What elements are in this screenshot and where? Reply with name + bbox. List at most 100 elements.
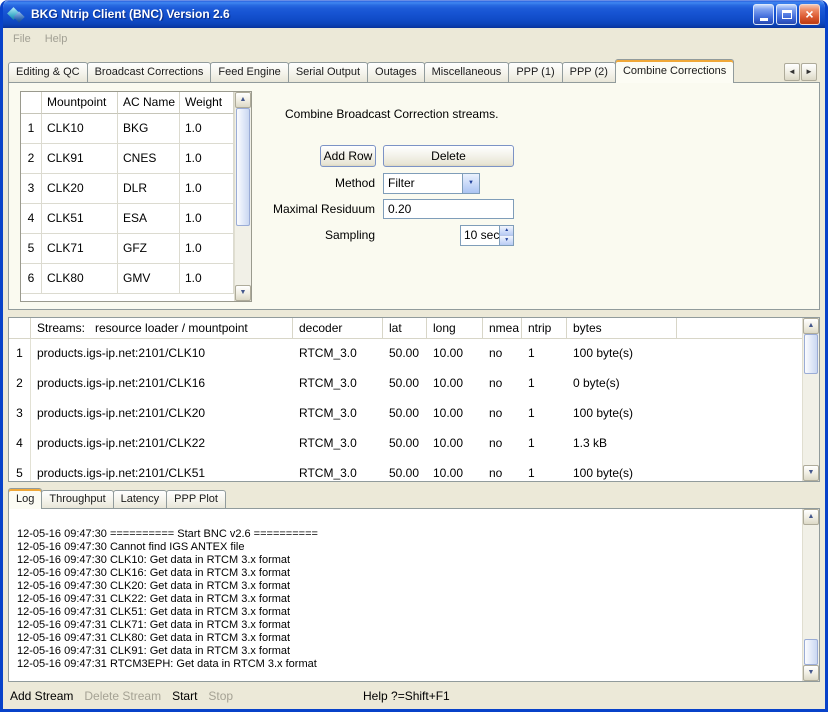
tab[interactable]: Feed Engine (210, 62, 288, 82)
cell-resource: products.igs-ip.net:2101/CLK20 (31, 399, 293, 429)
cell-nmea: no (483, 429, 522, 459)
cell-mountpoint[interactable]: CLK71 (42, 234, 118, 264)
title-bar[interactable]: BKG Ntrip Client (BNC) Version 2.6 × (3, 0, 825, 28)
log-line: 12-05-16 09:47:31 CLK80: Get data in RTC… (17, 632, 819, 645)
tab[interactable]: Outages (367, 62, 425, 82)
cell-ac-name[interactable]: ESA (118, 204, 180, 234)
status-action[interactable]: Add Stream (10, 689, 73, 703)
menu-item[interactable]: File (6, 31, 38, 47)
minimize-button[interactable] (753, 4, 774, 25)
tab[interactable]: Serial Output (288, 62, 368, 82)
tab-scroll-buttons: ◄ ► (784, 63, 817, 708)
spin-up-icon[interactable]: ▲ (500, 226, 513, 235)
combo-arrow-icon[interactable]: ▼ (462, 174, 479, 193)
cell-resource: products.igs-ip.net:2101/CLK10 (31, 339, 293, 369)
cell-ac-name[interactable]: GFZ (118, 234, 180, 264)
stream-row[interactable]: 4 products.igs-ip.net:2101/CLK22 RTCM_3.… (9, 429, 802, 459)
cell-lat: 50.00 (383, 339, 427, 369)
tab-scroll-left-icon[interactable]: ◄ (784, 63, 800, 81)
status-bar: Add StreamDelete StreamStartStop Help ?=… (8, 682, 820, 709)
method-select[interactable]: Filter ▼ (383, 173, 480, 194)
tab[interactable]: Editing & QC (8, 62, 88, 82)
cell-nmea: no (483, 399, 522, 429)
cell-weight[interactable]: 1.0 (180, 264, 234, 294)
cell-decoder: RTCM_3.0 (293, 369, 383, 399)
tab[interactable]: Broadcast Corrections (87, 62, 212, 82)
row-number: 4 (21, 204, 42, 234)
row-number: 5 (21, 234, 42, 264)
corner-header-cell (9, 318, 31, 339)
window-title: BKG Ntrip Client (BNC) Version 2.6 (31, 7, 753, 21)
cell-mountpoint[interactable]: CLK51 (42, 204, 118, 234)
window-controls: × (753, 4, 820, 25)
cell-lat: 50.00 (383, 429, 427, 459)
stream-row[interactable]: 1 products.igs-ip.net:2101/CLK10 RTCM_3.… (9, 339, 802, 369)
cell-decoder: RTCM_3.0 (293, 459, 383, 482)
tab[interactable]: PPP (2) (562, 62, 616, 82)
sampling-spinner[interactable]: 10 sec ▲ ▼ (460, 225, 514, 246)
cell-decoder: RTCM_3.0 (293, 339, 383, 369)
col-nmea: nmea (483, 318, 522, 339)
combine-description: Combine Broadcast Correction streams. (285, 107, 498, 121)
log-line: 12-05-16 09:47:31 CLK71: Get data in RTC… (17, 619, 819, 632)
client-area: Editing & QCBroadcast CorrectionsFeed En… (3, 58, 825, 709)
maximal-residuum-label: Maximal Residuum (189, 202, 375, 216)
cell-lat: 50.00 (383, 399, 427, 429)
cell-mountpoint[interactable]: CLK10 (42, 114, 118, 144)
app-icon (8, 6, 25, 23)
col-ac-name: AC Name (118, 92, 180, 114)
cell-nmea: no (483, 339, 522, 369)
cell-ac-name[interactable]: GMV (118, 264, 180, 294)
stream-row[interactable]: 5 products.igs-ip.net:2101/CLK51 RTCM_3.… (9, 459, 802, 482)
status-action[interactable]: Start (172, 689, 197, 703)
cell-lat: 50.00 (383, 459, 427, 482)
spin-down-icon[interactable]: ▼ (500, 235, 513, 245)
log-line: 12-05-16 09:47:30 CLK16: Get data in RTC… (17, 567, 819, 580)
corner-header-cell (21, 92, 42, 114)
col-resource-mountpoint: Streams: resource loader / mountpoint (31, 318, 293, 339)
cell-decoder: RTCM_3.0 (293, 399, 383, 429)
log-view[interactable]: 12-05-16 09:47:30 ========== Start BNC v… (8, 508, 820, 682)
status-action: Delete Stream (84, 689, 161, 703)
tab[interactable]: Miscellaneous (424, 62, 510, 82)
log-line: 12-05-16 09:47:30 CLK10: Get data in RTC… (17, 554, 819, 567)
cell-ntrip: 1 (522, 339, 567, 369)
tab[interactable]: Throughput (41, 490, 113, 508)
row-number: 3 (9, 399, 31, 429)
add-row-button[interactable]: Add Row (320, 145, 376, 167)
scroll-up-icon[interactable]: ▲ (235, 92, 251, 108)
col-ntrip: ntrip (522, 318, 567, 339)
cell-bytes: 100 byte(s) (567, 339, 677, 369)
cell-weight[interactable]: 1.0 (180, 114, 234, 144)
cell-resource: products.igs-ip.net:2101/CLK16 (31, 369, 293, 399)
tab-scroll-right-icon[interactable]: ► (801, 63, 817, 81)
cell-mountpoint[interactable]: CLK20 (42, 174, 118, 204)
row-number: 4 (9, 429, 31, 459)
tab[interactable]: Latency (113, 490, 168, 508)
cell-weight[interactable]: 1.0 (180, 144, 234, 174)
cell-ac-name[interactable]: CNES (118, 144, 180, 174)
stream-row[interactable]: 2 products.igs-ip.net:2101/CLK16 RTCM_3.… (9, 369, 802, 399)
combine-table-row: 2 CLK91 CNES 1.0 (21, 144, 234, 174)
scroll-down-icon[interactable]: ▼ (235, 285, 251, 301)
cell-nmea: no (483, 369, 522, 399)
combine-table: Mountpoint AC Name Weight 1 CLK10 BKG 1.… (20, 91, 252, 302)
tab[interactable]: PPP Plot (166, 490, 226, 508)
cell-ac-name[interactable]: BKG (118, 114, 180, 144)
tab[interactable]: Log (8, 488, 42, 509)
cell-long: 10.00 (427, 369, 483, 399)
cell-mountpoint[interactable]: CLK91 (42, 144, 118, 174)
log-lines: 12-05-16 09:47:30 ========== Start BNC v… (9, 509, 819, 671)
close-button[interactable]: × (799, 4, 820, 25)
menu-item[interactable]: Help (38, 31, 75, 47)
maximize-button[interactable] (776, 4, 797, 25)
stream-row[interactable]: 3 products.igs-ip.net:2101/CLK20 RTCM_3.… (9, 399, 802, 429)
cell-ac-name[interactable]: DLR (118, 174, 180, 204)
log-line: 12-05-16 09:47:30 Cannot find IGS ANTEX … (17, 541, 819, 554)
maximal-residuum-input[interactable] (383, 199, 514, 219)
tab[interactable]: PPP (1) (508, 62, 562, 82)
cell-mountpoint[interactable]: CLK80 (42, 264, 118, 294)
tab[interactable]: Combine Corrections (615, 59, 734, 83)
combine-table-scrollbar[interactable]: ▲ ▼ (234, 92, 251, 301)
delete-button[interactable]: Delete (383, 145, 514, 167)
